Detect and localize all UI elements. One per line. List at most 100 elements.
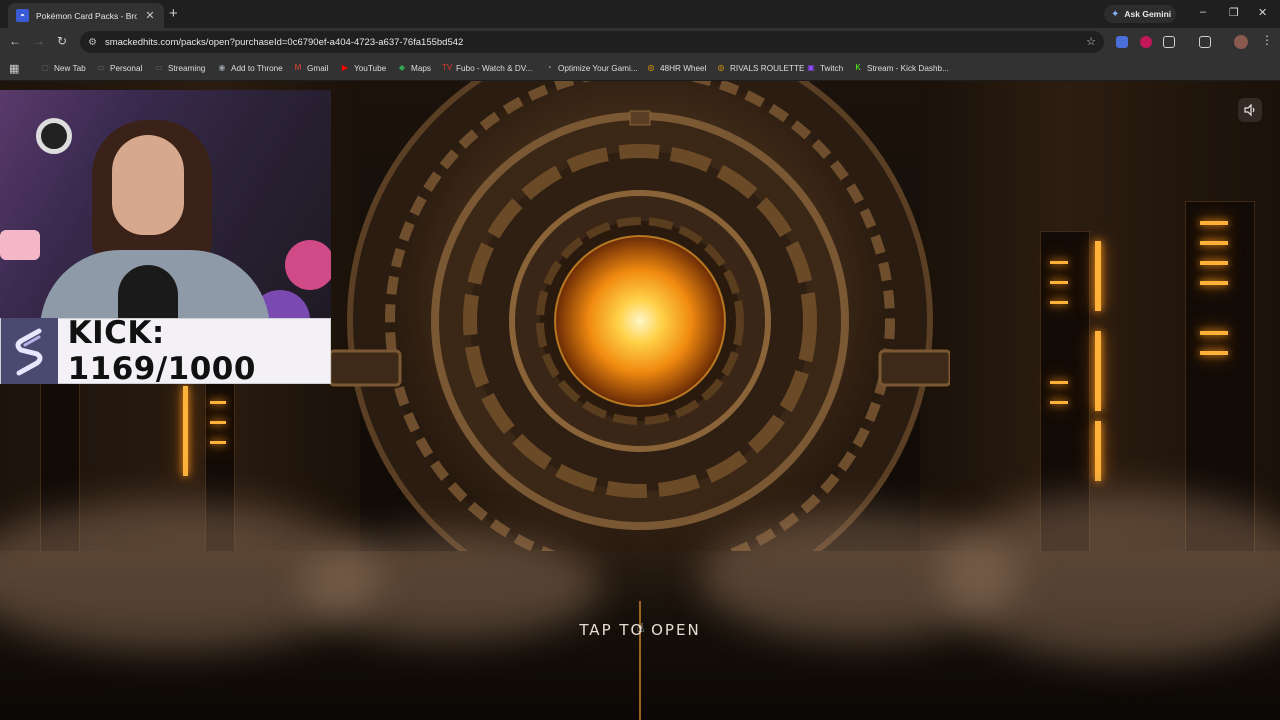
bookmark-item[interactable]: ▢ New Tab	[40, 61, 86, 75]
bookmark-item[interactable]: ◎ 48HR Wheel	[646, 61, 707, 75]
tab-strip: ◓ Pokémon Card Packs - Browse ✕ + ✦ Ask …	[0, 0, 1280, 28]
bookmark-label: YouTube	[354, 63, 387, 73]
tab-title: Pokémon Card Packs - Browse	[36, 10, 137, 21]
bookmark-label: Add to Throne	[231, 63, 283, 73]
bookmark-label: Optimize Your Gami...	[558, 63, 638, 73]
back-icon[interactable]: ←	[9, 34, 21, 48]
glow-slot	[1200, 261, 1228, 265]
bookmark-star-icon[interactable]: ☆	[1086, 35, 1096, 48]
fubo-icon: TV	[442, 63, 453, 72]
bookmark-item[interactable]: ◎ RIVALS ROULETTE	[716, 61, 805, 75]
browser-toolbar: ← → ↻ ⚙ smackedhits.com/packs/open?purch…	[0, 28, 1280, 56]
tab-search-icon[interactable]	[1199, 36, 1211, 48]
balloon	[285, 240, 331, 290]
s-logo-icon	[15, 328, 43, 376]
new-tab-button[interactable]: +	[169, 6, 178, 21]
glow-slot	[1200, 241, 1228, 245]
bookmark-item[interactable]: TV Fubo - Watch & DV...	[442, 61, 532, 75]
tab-close-icon[interactable]: ✕	[144, 9, 156, 22]
mug	[0, 230, 40, 260]
bookmark-label: Gmail	[307, 63, 329, 73]
url-text[interactable]: smackedhits.com/packs/open?purchaseId=0c…	[105, 37, 463, 48]
sound-toggle-button[interactable]	[1238, 98, 1262, 122]
bookmark-item[interactable]: ▭ Personal	[96, 61, 142, 75]
ring-light	[36, 118, 72, 154]
bookmark-item[interactable]: K Stream - Kick Dashb...	[853, 61, 949, 75]
folder-icon: ▭	[155, 63, 163, 72]
wheel-icon: ◎	[647, 63, 655, 72]
gemini-sparkle-icon: ✦	[1111, 8, 1120, 20]
glow-strip	[183, 386, 188, 476]
vault-latch	[629, 110, 651, 126]
vault-bolt	[330, 349, 402, 387]
kick-icon: K	[855, 63, 861, 72]
bookmark-item[interactable]: ▣ Twitch	[806, 61, 843, 75]
glow-slot	[210, 441, 226, 444]
extension-icon[interactable]	[1140, 36, 1152, 48]
maps-icon: ◆	[398, 63, 406, 72]
active-tab[interactable]: ◓ Pokémon Card Packs - Browse ✕	[8, 3, 164, 28]
glow-slot	[1200, 351, 1228, 355]
bookmark-item[interactable]: ▶ YouTube	[340, 61, 386, 75]
bookmark-item[interactable]: ◔ Optimize Your Gami...	[544, 61, 638, 75]
hand-cursor-icon: ☝	[637, 621, 645, 635]
bookmarks-bar: ▦ ▢ New Tab ▭ Personal ▭ Streaming ◉ Add to Thr…	[0, 56, 1280, 81]
menu-dots-icon[interactable]: ⋮	[1261, 33, 1273, 47]
site-info-icon[interactable]: ⚙	[88, 37, 97, 48]
profile-avatar[interactable]	[1234, 35, 1248, 49]
reload-icon[interactable]: ↻	[57, 34, 67, 48]
glow-slot	[1050, 381, 1068, 384]
throne-icon: ◉	[218, 63, 226, 72]
glow-slot	[1200, 281, 1228, 285]
extensions-puzzle-icon[interactable]	[1163, 36, 1175, 48]
kick-goal-text: KICK: 1169/1000	[67, 315, 256, 387]
bookmark-label: Fubo - Watch & DV...	[456, 63, 533, 73]
glow-slot	[1050, 301, 1068, 304]
bookmark-label: New Tab	[54, 63, 86, 73]
glow-strip	[1095, 241, 1101, 311]
minimize-button[interactable]: –	[1200, 6, 1206, 18]
glow-strip	[1095, 331, 1101, 411]
glow-slot	[1200, 221, 1228, 225]
glow-slot	[1200, 331, 1228, 335]
bookmark-label: 48HR Wheel	[660, 63, 707, 73]
kick-goal-banner: KICK: 1169/1000	[0, 315, 331, 387]
youtube-icon: ▶	[341, 63, 349, 72]
bookmark-label: Streaming	[168, 63, 206, 73]
floor-glow-line	[639, 601, 641, 720]
bookmark-label: Maps	[411, 63, 432, 73]
gmail-icon: M	[294, 63, 302, 72]
folder-icon: ▭	[97, 63, 105, 72]
glow-slot	[1050, 281, 1068, 284]
address-bar[interactable]: ⚙ smackedhits.com/packs/open?purchaseId=…	[80, 31, 1104, 53]
glow-slot	[210, 401, 226, 404]
bookmark-item[interactable]: ◉ Add to Throne	[217, 61, 283, 75]
glow-strip	[1095, 421, 1101, 481]
ask-gemini-button[interactable]: ✦ Ask Gemini	[1104, 5, 1176, 23]
bookmark-item[interactable]: ◆ Maps	[397, 61, 431, 75]
apps-grid-icon[interactable]: ▦	[9, 62, 19, 75]
bookmark-label: Twitch	[820, 63, 844, 73]
streamer-top	[118, 265, 178, 318]
vault-bolt	[878, 349, 950, 387]
wheel-icon: ◎	[717, 63, 725, 72]
streamer-face	[112, 135, 184, 235]
twitch-icon: ▣	[807, 63, 815, 72]
close-window-button[interactable]: ✕	[1258, 6, 1267, 19]
forward-icon[interactable]: →	[33, 34, 45, 48]
glow-slot	[210, 421, 226, 424]
bookmark-item[interactable]: ▭ Streaming	[154, 61, 205, 75]
restore-button[interactable]: ❐	[1229, 6, 1239, 19]
page-icon: ▢	[41, 63, 49, 72]
vault-door[interactable]	[330, 81, 950, 581]
extension-icon[interactable]	[1116, 36, 1128, 48]
ask-gemini-label: Ask Gemini	[1124, 9, 1172, 19]
bookmark-label: Personal	[110, 63, 143, 73]
bookmark-item[interactable]: M Gmail	[293, 61, 329, 75]
pokeball-favicon-icon: ◓	[16, 9, 29, 22]
bookmark-label: RIVALS ROULETTE	[730, 63, 805, 73]
glow-slot	[1050, 401, 1068, 404]
channel-logo	[1, 318, 58, 384]
webcam-overlay	[0, 90, 331, 318]
speaker-icon	[1244, 103, 1255, 117]
